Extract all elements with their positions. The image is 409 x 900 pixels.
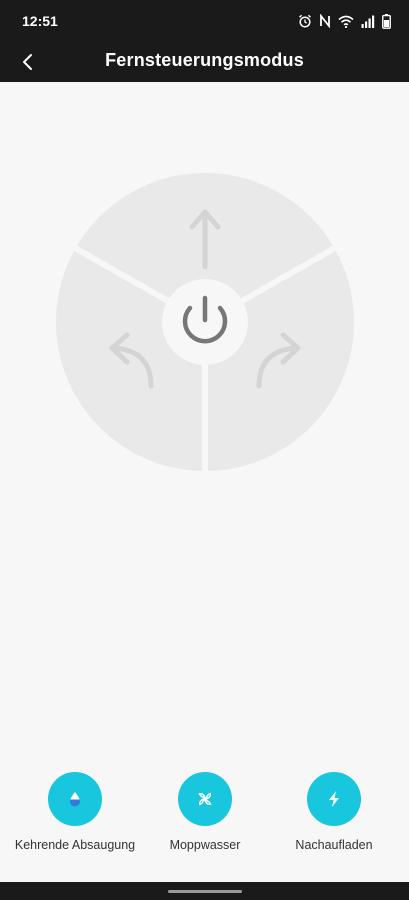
status-time: 12:51 [22,13,58,29]
battery-icon [382,13,391,29]
action-bar: Kehrende Absaugung Moppwasser Nachauflad… [0,772,409,862]
status-icons [298,13,391,29]
signal-icon [361,15,375,28]
mop-water-label: Moppwasser [169,838,241,852]
alarm-icon [299,14,311,28]
mop-water-button[interactable]: Moppwasser [135,772,275,852]
power-button[interactable] [162,279,248,365]
water-drop-icon [70,792,80,807]
lightning-icon [329,791,339,807]
system-nav-bar [0,882,409,900]
joystick-control [55,172,355,472]
suction-button[interactable]: Kehrende Absaugung [5,772,145,852]
app-header: Fernsteuerungsmodus [0,42,409,82]
recharge-button[interactable]: Nachaufladen [264,772,404,852]
home-gesture-handle[interactable] [168,890,242,893]
fan-icon [198,792,212,806]
main-content: Kehrende Absaugung Moppwasser Nachauflad… [0,82,409,882]
wifi-icon [338,15,354,28]
status-bar: 12:51 [0,0,409,42]
recharge-label: Nachaufladen [295,838,373,852]
suction-label: Kehrende Absaugung [14,838,136,852]
nfc-icon [320,14,330,28]
page-title: Fernsteuerungsmodus [105,50,304,70]
